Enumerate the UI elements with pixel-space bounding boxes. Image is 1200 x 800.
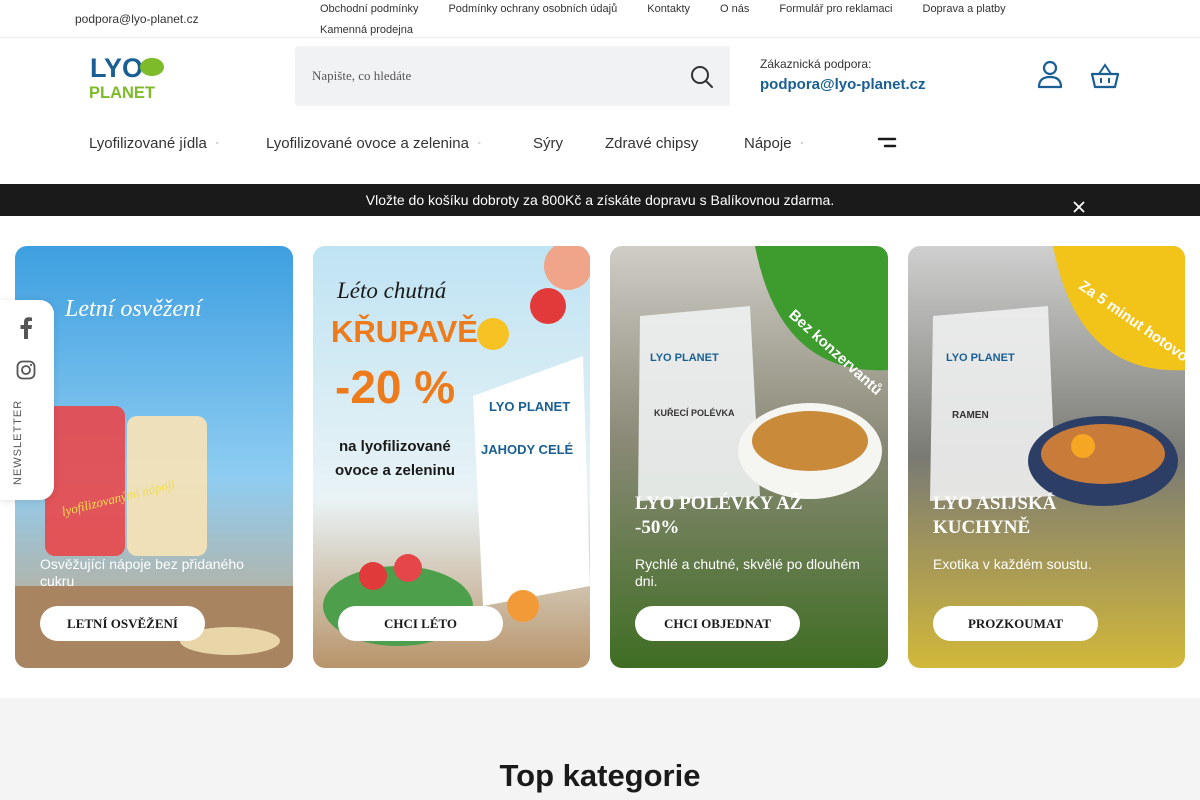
banner-art-text: LYO PLANET [650, 352, 719, 364]
banner-art-text: Letní osvěžení [64, 296, 204, 322]
banner-art-text: RAMEN [952, 410, 989, 421]
support-email-link[interactable]: podpora@lyo-planet.cz [760, 76, 925, 93]
nav-item-label: Zdravé chipsy [605, 135, 699, 152]
banner-art-text: na lyofilizované [339, 438, 451, 455]
top-bar: podpora@lyo-planet.cz Obchodní podmínky … [0, 0, 1200, 38]
chevron-down-icon: ▫ [215, 140, 219, 147]
banner-image: Letní osvěžení lyofilizovanými nápoji [15, 246, 293, 668]
support-label: Zákaznická podpora: [760, 57, 872, 71]
banner-title: LYO ASIJSKÁ KUCHYNĚ [933, 493, 1057, 538]
link-reklamace[interactable]: Formulář pro reklamaci [779, 2, 892, 23]
banner-grid: Letní osvěžení lyofilizovanými nápoji Os… [15, 246, 1185, 668]
banner-asijska-kuchyne[interactable]: Za 5 minut hotovo LYO PLANET RAMEN LYO A… [908, 246, 1185, 668]
banner-lyo-polevky[interactable]: Bez konzervantů LYO PLANET KUŘECÍ POLÉVK… [610, 246, 888, 668]
banner-art-text: KUŘECÍ POLÉVKA [654, 407, 735, 418]
nav-item-zdrave-chipsy[interactable]: Zdravé chipsy [605, 135, 698, 152]
banner-desc: Osvěžující nápoje bez přidaného cukru [40, 556, 244, 589]
main-nav: Lyofilizované jídla ▫ Lyofilizované ovoce… [0, 122, 1200, 184]
banner-art-text: LYO PLANET [489, 399, 570, 414]
search-icon[interactable] [690, 65, 714, 89]
banner-image: Bez konzervantů LYO PLANET KUŘECÍ POLÉVK… [610, 246, 888, 668]
link-kontakty[interactable]: Kontakty [647, 2, 690, 23]
banner-art-text: JAHODY CELÉ [481, 442, 574, 457]
top-email-link[interactable]: podpora@lyo-planet.cz [75, 12, 199, 26]
top-categories-section: Top kategorie [0, 698, 1200, 800]
nav-item-label: Lyofilizované ovoce a zelenina [266, 135, 469, 152]
chevron-down-icon: ▫ [800, 140, 804, 147]
banner-title: LYO POLÉVKY AŽ -50% [635, 493, 803, 538]
banner-art-text: -20 % [335, 361, 455, 413]
banner-button[interactable]: CHCI LÉTO [338, 606, 503, 641]
banner-button[interactable]: LETNÍ OSVĚŽENÍ [40, 606, 205, 641]
close-icon[interactable] [1072, 193, 1086, 213]
banner-art-text: KŘUPAVĚ [331, 313, 478, 349]
logo[interactable]: LYO PLANET [88, 51, 168, 102]
promo-bar: Vložte do košíku dobroty za 800Kč a získ… [0, 184, 1200, 216]
nav-item-ovoce-zelenina[interactable]: Lyofilizované ovoce a zelenina ▫ [266, 135, 480, 152]
more-menu-icon[interactable] [876, 136, 898, 150]
search-input[interactable] [295, 46, 675, 106]
banner-desc: Rychlé a chutné, skvělé po dlouhém dni. [635, 556, 860, 589]
link-kamenna-prodejna[interactable]: Kamenná prodejna [320, 23, 413, 44]
banner-letni-osvezeni[interactable]: Letní osvěžení lyofilizovanými nápoji Os… [15, 246, 293, 668]
nav-item-syry[interactable]: Sýry [533, 135, 563, 152]
newsletter-tab[interactable]: NEWSLETTER [12, 305, 24, 485]
nav-item-label: Sýry [533, 135, 563, 152]
link-obchodni-podminky[interactable]: Obchodní podmínky [320, 2, 418, 23]
banner-desc: Exotika v každém soustu. [933, 556, 1092, 572]
banner-art-text: LYO PLANET [946, 352, 1015, 364]
cart-icon[interactable] [1089, 62, 1121, 90]
nav-item-napoje[interactable]: Nápoje ▫ [744, 135, 803, 152]
banner-button[interactable]: PROZKOUMAT [933, 606, 1098, 641]
banner-image: Léto chutná KŘUPAVĚ -20 % na lyofilizova… [313, 246, 590, 668]
nav-item-label: Nápoje [744, 135, 792, 152]
top-links: Obchodní podmínky Podmínky ochrany osobn… [320, 2, 1080, 44]
link-doprava[interactable]: Doprava a platby [923, 2, 1006, 23]
chevron-down-icon: ▫ [477, 140, 481, 147]
user-icon[interactable] [1036, 60, 1064, 90]
link-o-nas[interactable]: O nás [720, 2, 749, 23]
banner-button[interactable]: CHCI OBJEDNAT [635, 606, 800, 641]
logo-lyo-text: LYO [90, 53, 143, 83]
banner-art-text: ovoce a zeleninu [335, 462, 455, 479]
nav-item-label: Lyofilizované jídla [89, 135, 207, 152]
search-box [295, 46, 730, 106]
promo-text: Vložte do košíku dobroty za 800Kč a získ… [365, 192, 835, 208]
logo-planet-text: PLANET [89, 84, 155, 101]
banner-image: Za 5 minut hotovo LYO PLANET RAMEN [908, 246, 1185, 668]
banner-leto-krupave[interactable]: Léto chutná KŘUPAVĚ -20 % na lyofilizova… [313, 246, 590, 668]
nav-item-lyofilizovane-jidla[interactable]: Lyofilizované jídla ▫ [89, 135, 218, 152]
section-title: Top kategorie [499, 758, 701, 793]
link-ochrana-udaju[interactable]: Podmínky ochrany osobních údajů [448, 2, 617, 23]
banner-art-text: Léto chutná [336, 278, 446, 303]
social-sidebar: NEWSLETTER [0, 300, 54, 500]
